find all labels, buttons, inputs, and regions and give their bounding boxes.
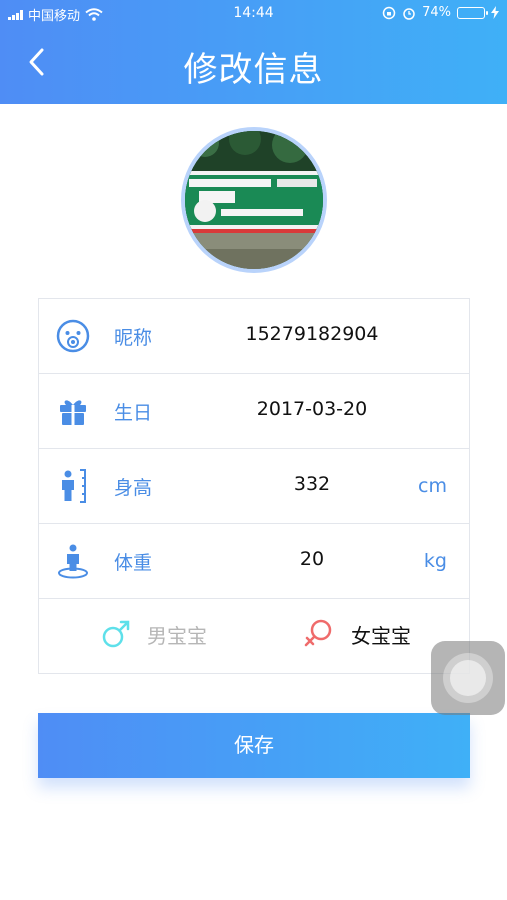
female-label: 女宝宝 bbox=[351, 623, 411, 648]
alarm-icon bbox=[403, 7, 415, 20]
gender-male-option[interactable]: 男宝宝 bbox=[99, 617, 207, 651]
female-symbol-icon bbox=[304, 619, 332, 647]
gender-row: 男宝宝 女宝宝 bbox=[39, 599, 469, 673]
page-title: 修改信息 bbox=[183, 50, 324, 90]
weight-unit: kg bbox=[423, 550, 447, 572]
male-label: 男宝宝 bbox=[147, 623, 207, 648]
height-row: 身高 cm bbox=[39, 449, 469, 524]
weight-input[interactable] bbox=[207, 548, 417, 570]
nickname-row: 昵称 bbox=[39, 299, 469, 374]
info-form: 昵称 生日 身高 cm 体重 kg bbox=[38, 298, 470, 674]
nickname-input[interactable] bbox=[207, 323, 417, 345]
battery-icon bbox=[457, 6, 488, 19]
height-unit: cm bbox=[418, 475, 447, 497]
height-label: 身高 bbox=[114, 477, 153, 499]
save-button[interactable]: 保存 bbox=[38, 713, 470, 778]
male-symbol-icon bbox=[102, 620, 130, 648]
weight-label: 体重 bbox=[114, 552, 153, 574]
weight-icon bbox=[58, 544, 88, 579]
gender-female-option[interactable]: 女宝宝 bbox=[301, 617, 411, 651]
app-header: 中国移动 14:44 74% 修改信息 bbox=[0, 0, 507, 104]
height-input[interactable] bbox=[207, 473, 417, 495]
avatar-photo bbox=[185, 131, 323, 269]
status-right: 74% bbox=[382, 5, 499, 20]
baby-face-icon bbox=[56, 319, 90, 353]
orientation-lock-icon bbox=[382, 6, 396, 19]
birthday-label: 生日 bbox=[114, 402, 153, 424]
gift-icon bbox=[60, 400, 86, 425]
birthday-row: 生日 bbox=[39, 374, 469, 449]
nav-bar: 修改信息 bbox=[0, 28, 507, 98]
status-bar: 中国移动 14:44 74% bbox=[0, 0, 507, 28]
avatar[interactable] bbox=[181, 127, 327, 273]
assistive-touch-button[interactable] bbox=[431, 641, 505, 715]
height-icon bbox=[62, 469, 86, 503]
birthday-input[interactable] bbox=[207, 398, 417, 420]
battery-percent: 74% bbox=[422, 5, 451, 20]
weight-row: 体重 kg bbox=[39, 524, 469, 599]
nickname-label: 昵称 bbox=[114, 327, 153, 349]
charging-icon bbox=[491, 6, 499, 19]
